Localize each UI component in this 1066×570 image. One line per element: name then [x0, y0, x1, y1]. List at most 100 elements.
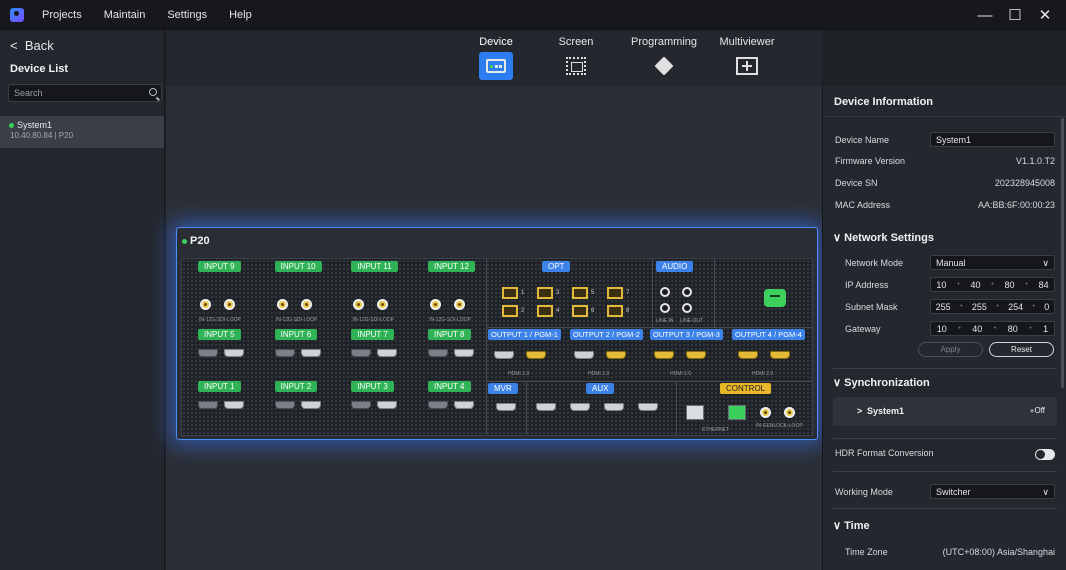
output-tag: OUTPUT 4 / PGM-4: [732, 329, 805, 340]
audio-jack-icon[interactable]: [660, 287, 670, 297]
mvr-tag: MVR: [488, 383, 518, 394]
hdmi-port-icon: [224, 401, 244, 409]
audio-jack-icon[interactable]: [682, 287, 692, 297]
input-card[interactable]: INPUT 11 IN-12G-SDI-LOOP: [337, 261, 409, 327]
input-card[interactable]: INPUT 5: [184, 329, 256, 379]
chevron-down-icon: ∨: [1042, 258, 1049, 268]
input-tag: INPUT 11: [351, 261, 398, 272]
input-card[interactable]: INPUT 6: [261, 329, 333, 379]
hdmi-output-port-icon[interactable]: [654, 351, 674, 359]
hdmi-output-port-icon[interactable]: [738, 351, 758, 359]
ip-octet: 10: [936, 279, 947, 290]
tab-programming[interactable]: Programming: [624, 36, 704, 80]
hdmi-output-port-icon[interactable]: [574, 351, 594, 359]
working-mode-select[interactable]: Switcher ∨: [930, 484, 1055, 499]
search-input[interactable]: Search: [8, 84, 162, 102]
hdmi-mvr-port-icon[interactable]: [496, 403, 516, 411]
ip-octet: 40: [970, 279, 981, 290]
device-item-address: 10.40.80.84 | P20: [10, 131, 74, 140]
sfp-port-icon[interactable]: [572, 287, 588, 299]
genlock-bnc-icon[interactable]: [784, 407, 795, 418]
hdmi-output-port-icon[interactable]: [526, 351, 546, 359]
input-card[interactable]: INPUT 8: [414, 329, 486, 379]
scrollbar[interactable]: [1061, 118, 1064, 388]
bnc-connector-icon: [353, 299, 365, 310]
ip-label: IP Address: [845, 279, 889, 290]
synchronization-header[interactable]: ∨ Synchronization: [833, 376, 930, 389]
audio-jack-icon[interactable]: [682, 303, 692, 313]
hdmi-output-port-icon[interactable]: [606, 351, 626, 359]
sync-device-row[interactable]: > System1 ●Off: [833, 397, 1057, 426]
input-card[interactable]: INPUT 9 IN-12G-SDI-LOOP: [184, 261, 256, 327]
input-card[interactable]: INPUT 4: [414, 381, 486, 431]
tab-multiviewer[interactable]: Multiviewer: [712, 36, 782, 80]
working-mode-row: Working Mode Switcher ∨: [835, 484, 1055, 499]
input-card[interactable]: INPUT 12 IN-12G-SDI-LOOP: [414, 261, 486, 327]
maximize-icon[interactable]: ☐: [1000, 6, 1030, 24]
hdmi-output-port-icon[interactable]: [686, 351, 706, 359]
time-header[interactable]: ∨ Time: [833, 519, 870, 532]
input-card[interactable]: INPUT 3: [337, 381, 409, 431]
sfp-port-icon[interactable]: [502, 287, 518, 299]
apply-button[interactable]: Apply: [918, 342, 983, 357]
tab-device[interactable]: Device: [464, 36, 528, 80]
menu-projects[interactable]: Projects: [42, 9, 82, 21]
sfp-port-icon[interactable]: [572, 305, 588, 317]
reset-button[interactable]: Reset: [989, 342, 1054, 357]
input-tag: INPUT 5: [198, 329, 241, 340]
output-tag: OUTPUT 3 / PGM-3: [650, 329, 723, 340]
subnet-octet: 0: [1044, 301, 1050, 312]
sfp-port-icon[interactable]: [537, 287, 553, 299]
menu-settings[interactable]: Settings: [167, 9, 207, 21]
sfp-port-icon[interactable]: [502, 305, 518, 317]
input-tag: INPUT 1: [198, 381, 241, 392]
hdr-toggle[interactable]: [1035, 449, 1055, 460]
bnc-connector-icon: [429, 299, 441, 310]
ethernet-port-icon[interactable]: [728, 405, 746, 420]
device-rear-panel[interactable]: P20 INPUT 9 IN-12G-SDI-LOOP INPUT 10 IN-…: [176, 227, 818, 440]
network-settings-header[interactable]: ∨ Network Settings: [833, 231, 934, 244]
sfp-number: 5: [591, 290, 595, 296]
network-mode-select[interactable]: Manual ∨: [930, 255, 1055, 270]
sfp-port-icon[interactable]: [607, 287, 623, 299]
time-zone-label: Time Zone: [845, 547, 888, 557]
subnet-field[interactable]: 255 • 255 • 254 • 0: [930, 299, 1055, 314]
hdmi-output-port-icon[interactable]: [494, 351, 514, 359]
device-info-header: Device Information: [823, 86, 1066, 117]
input-card[interactable]: INPUT 2: [261, 381, 333, 431]
subnet-row: Subnet Mask 255 • 255 • 254 • 0: [835, 299, 1055, 314]
input-card[interactable]: INPUT 1: [184, 381, 256, 431]
hdmi-aux-port-icon[interactable]: [536, 403, 556, 411]
hdmi-output-port-icon[interactable]: [770, 351, 790, 359]
audio-jack-icon[interactable]: [660, 303, 670, 313]
hdmi-aux-port-icon[interactable]: [570, 403, 590, 411]
tab-device-label: Device: [479, 36, 513, 48]
hdmi-input-row: INPUT 1 INPUT 2 INPUT 3 INPUT 4: [184, 381, 486, 431]
tab-screen[interactable]: Screen: [544, 36, 608, 80]
minimize-icon[interactable]: —: [970, 7, 1000, 24]
back-button[interactable]: < Back: [10, 38, 54, 53]
sfp-port-icon[interactable]: [607, 305, 623, 317]
search-icon[interactable]: [149, 88, 157, 96]
panel-divider: [486, 259, 487, 435]
ip-address-field[interactable]: 10 • 40 • 80 • 84: [930, 277, 1055, 292]
hdmi-version-label: HDMI 2.0: [588, 371, 610, 377]
menu-help[interactable]: Help: [229, 9, 252, 21]
menu-maintain[interactable]: Maintain: [104, 9, 146, 21]
genlock-bnc-icon[interactable]: [760, 407, 771, 418]
device-name-field[interactable]: System1: [930, 132, 1055, 147]
input-tag: INPUT 12: [427, 261, 475, 272]
time-zone-value[interactable]: (UTC+08:00) Asia/Shanghai: [943, 547, 1055, 557]
hdmi-aux-port-icon[interactable]: [604, 403, 624, 411]
hdmi-aux-port-icon[interactable]: [638, 403, 658, 411]
input-card[interactable]: INPUT 10 IN-12G-SDI-LOOP: [261, 261, 333, 327]
sfp-port-icon[interactable]: [537, 305, 553, 317]
input-card[interactable]: INPUT 7: [337, 329, 409, 379]
subnet-octet: 254: [1008, 301, 1024, 312]
ethernet-port-icon[interactable]: [686, 405, 704, 420]
close-icon[interactable]: ✕: [1030, 6, 1060, 24]
section-divider: [833, 471, 1057, 472]
tab-screen-label: Screen: [558, 36, 594, 48]
gateway-field[interactable]: 10 • 40 • 80 • 1: [930, 321, 1055, 336]
device-list-item[interactable]: System1 10.40.80.84 | P20: [0, 116, 164, 148]
